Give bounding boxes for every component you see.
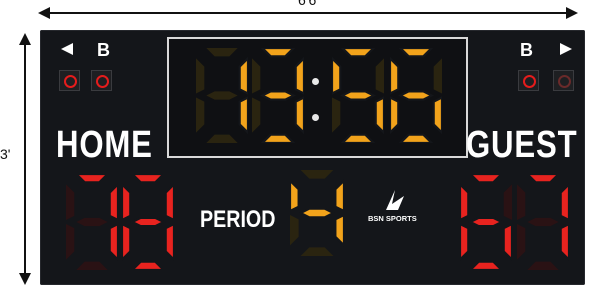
home-score-ones-digit xyxy=(122,174,174,270)
clock-seconds-tens-digit xyxy=(332,48,384,143)
segment-e xyxy=(517,224,526,260)
segment-g xyxy=(206,91,238,100)
clock-minutes-ones-digit xyxy=(252,48,304,143)
home-score-tens-digit xyxy=(66,174,118,270)
segment-e xyxy=(66,224,75,260)
seven-segment-display xyxy=(390,48,442,143)
segment-b xyxy=(375,58,384,94)
seven-segment-display xyxy=(66,174,118,270)
home-bonus-light xyxy=(91,70,112,91)
segment-f xyxy=(196,58,205,94)
segment-f xyxy=(517,184,526,220)
guest-label: GUEST xyxy=(466,124,578,166)
bsn-logo-mark-icon xyxy=(386,190,404,210)
seven-segment-display xyxy=(460,174,512,270)
segment-e xyxy=(252,97,261,133)
segment-e xyxy=(332,97,341,133)
segment-e xyxy=(196,97,205,133)
seven-segment-display xyxy=(290,170,344,256)
clock-colon-top xyxy=(312,78,319,85)
seven-segment-display xyxy=(122,174,174,270)
width-dimension-label: 6'6" xyxy=(298,0,322,8)
segment-d xyxy=(300,247,334,256)
width-dimension-arrow xyxy=(38,7,578,19)
guest-bonus-label: B xyxy=(520,40,533,60)
triangle-right-icon xyxy=(560,43,572,55)
home-label: HOME xyxy=(56,124,153,166)
segment-f xyxy=(66,184,75,220)
segment-a xyxy=(300,170,334,179)
guest-score-tens-digit xyxy=(460,174,512,270)
period-label: PERIOD xyxy=(200,206,276,233)
horn-icon xyxy=(553,70,574,91)
segment-d xyxy=(527,261,559,270)
clock-minutes-tens-digit xyxy=(196,48,248,143)
seven-segment-display xyxy=(196,48,248,143)
period-digit xyxy=(290,170,344,256)
seven-segment-display xyxy=(332,48,384,143)
height-dimension-label: 3' xyxy=(0,146,11,162)
seven-segment-display xyxy=(252,48,304,143)
clock-seconds-ones-digit xyxy=(390,48,442,143)
segment-e xyxy=(290,215,299,246)
segment-g xyxy=(76,217,108,227)
segment-g xyxy=(527,217,559,227)
guest-bonus-light xyxy=(518,70,539,91)
home-bonus-label: B xyxy=(97,40,110,60)
bsn-sports-logo-text: BSN SPORTS xyxy=(368,214,417,223)
clock-colon-bottom xyxy=(312,114,319,121)
segment-b xyxy=(503,184,512,220)
triangle-left-icon xyxy=(61,43,73,55)
home-possession-light xyxy=(59,70,80,91)
height-dimension-arrow xyxy=(19,33,31,285)
bsn-sports-logo: BSN SPORTS xyxy=(368,188,430,228)
seven-segment-display xyxy=(517,174,569,270)
segment-b xyxy=(433,58,442,94)
guest-score-ones-digit xyxy=(517,174,569,270)
segment-f xyxy=(252,58,261,94)
segment-a xyxy=(206,48,238,57)
segment-d xyxy=(206,134,238,143)
segment-d xyxy=(76,261,108,270)
